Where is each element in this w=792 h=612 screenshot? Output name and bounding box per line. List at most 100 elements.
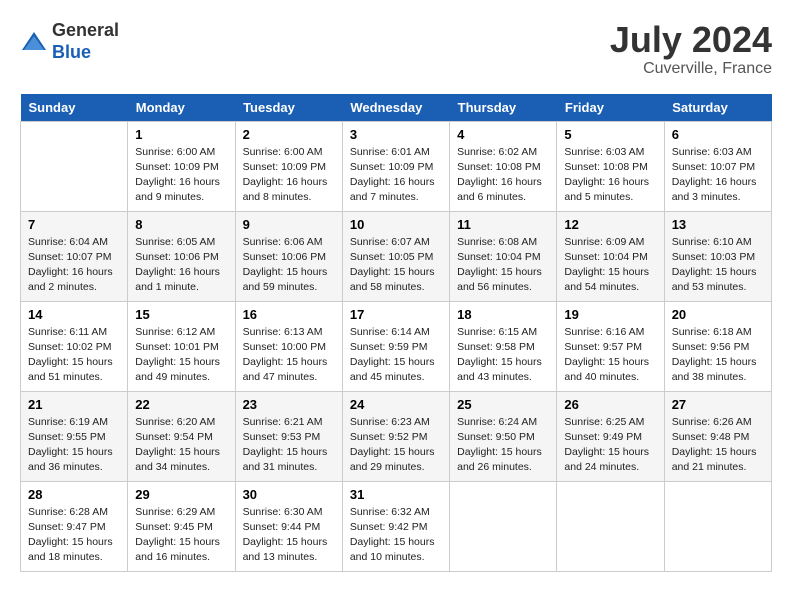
day-cell: 14 Sunrise: 6:11 AM Sunset: 10:02 PM Dayl… bbox=[21, 301, 128, 391]
day-cell bbox=[21, 121, 128, 211]
week-row-4: 21 Sunrise: 6:19 AM Sunset: 9:55 PM Dayli… bbox=[21, 391, 772, 481]
day-number: 28 bbox=[28, 487, 120, 502]
calendar-table: Sunday Monday Tuesday Wednesday Thursday… bbox=[20, 94, 772, 572]
col-friday: Friday bbox=[557, 94, 664, 122]
calendar-body: 1 Sunrise: 6:00 AM Sunset: 10:09 PM Dayli… bbox=[21, 121, 772, 571]
day-number: 20 bbox=[672, 307, 764, 322]
day-cell: 12 Sunrise: 6:09 AM Sunset: 10:04 PM Dayl… bbox=[557, 211, 664, 301]
page-header: General Blue July 2024 Cuverville, Franc… bbox=[20, 20, 772, 78]
day-cell: 13 Sunrise: 6:10 AM Sunset: 10:03 PM Dayl… bbox=[664, 211, 771, 301]
logo-blue: Blue bbox=[52, 42, 91, 62]
col-saturday: Saturday bbox=[664, 94, 771, 122]
day-number: 24 bbox=[350, 397, 442, 412]
day-number: 22 bbox=[135, 397, 227, 412]
day-number: 14 bbox=[28, 307, 120, 322]
day-number: 18 bbox=[457, 307, 549, 322]
day-cell: 1Sunrise: 6:00 AM Sunset: 10:09 PM Dayli… bbox=[128, 121, 235, 211]
logo-icon bbox=[20, 30, 48, 54]
day-info: Sunrise: 6:08 AM Sunset: 10:04 PM Daylig… bbox=[457, 235, 549, 296]
day-cell: 22 Sunrise: 6:20 AM Sunset: 9:54 PM Dayli… bbox=[128, 391, 235, 481]
day-number: 25 bbox=[457, 397, 549, 412]
day-number: 1 bbox=[135, 127, 227, 142]
day-info: Sunrise: 6:13 AM Sunset: 10:00 PM Daylig… bbox=[243, 325, 335, 386]
day-info: Sunrise: 6:02 AM Sunset: 10:08 PM Daylig… bbox=[457, 145, 549, 206]
day-info: Sunrise: 6:20 AM Sunset: 9:54 PM Dayligh… bbox=[135, 415, 227, 476]
day-cell: 27Sunrise: 6:26 AM Sunset: 9:48 PM Dayli… bbox=[664, 391, 771, 481]
day-cell: 5 Sunrise: 6:03 AM Sunset: 10:08 PM Dayli… bbox=[557, 121, 664, 211]
day-number: 26 bbox=[564, 397, 656, 412]
header-row: Sunday Monday Tuesday Wednesday Thursday… bbox=[21, 94, 772, 122]
day-cell: 3 Sunrise: 6:01 AM Sunset: 10:09 PM Dayli… bbox=[342, 121, 449, 211]
location-subtitle: Cuverville, France bbox=[610, 60, 772, 78]
day-cell: 8 Sunrise: 6:05 AM Sunset: 10:06 PM Dayli… bbox=[128, 211, 235, 301]
day-cell bbox=[557, 481, 664, 571]
day-number: 30 bbox=[243, 487, 335, 502]
day-cell: 11 Sunrise: 6:08 AM Sunset: 10:04 PM Dayl… bbox=[450, 211, 557, 301]
day-cell: 4 Sunrise: 6:02 AM Sunset: 10:08 PM Dayli… bbox=[450, 121, 557, 211]
day-cell: 6 Sunrise: 6:03 AM Sunset: 10:07 PM Dayli… bbox=[664, 121, 771, 211]
day-info: Sunrise: 6:14 AM Sunset: 9:59 PM Dayligh… bbox=[350, 325, 442, 386]
day-info: Sunrise: 6:03 AM Sunset: 10:08 PM Daylig… bbox=[564, 145, 656, 206]
month-year-title: July 2024 bbox=[610, 20, 772, 60]
day-number: 23 bbox=[243, 397, 335, 412]
day-info: Sunrise: 6:21 AM Sunset: 9:53 PM Dayligh… bbox=[243, 415, 335, 476]
day-number: 19 bbox=[564, 307, 656, 322]
day-info: Sunrise: 6:01 AM Sunset: 10:09 PM Daylig… bbox=[350, 145, 442, 206]
day-info: Sunrise: 6:23 AM Sunset: 9:52 PM Dayligh… bbox=[350, 415, 442, 476]
day-cell: 31Sunrise: 6:32 AM Sunset: 9:42 PM Dayli… bbox=[342, 481, 449, 571]
day-info: Sunrise: 6:18 AM Sunset: 9:56 PM Dayligh… bbox=[672, 325, 764, 386]
day-info: Sunrise: 6:11 AM Sunset: 10:02 PM Daylig… bbox=[28, 325, 120, 386]
day-number: 10 bbox=[350, 217, 442, 232]
day-info: Sunrise: 6:10 AM Sunset: 10:03 PM Daylig… bbox=[672, 235, 764, 296]
day-number: 16 bbox=[243, 307, 335, 322]
col-thursday: Thursday bbox=[450, 94, 557, 122]
day-number: 6 bbox=[672, 127, 764, 142]
logo: General Blue bbox=[20, 20, 119, 63]
day-number: 29 bbox=[135, 487, 227, 502]
day-number: 9 bbox=[243, 217, 335, 232]
day-number: 13 bbox=[672, 217, 764, 232]
day-cell: 17Sunrise: 6:14 AM Sunset: 9:59 PM Dayli… bbox=[342, 301, 449, 391]
day-info: Sunrise: 6:28 AM Sunset: 9:47 PM Dayligh… bbox=[28, 505, 120, 566]
day-number: 2 bbox=[243, 127, 335, 142]
day-info: Sunrise: 6:06 AM Sunset: 10:06 PM Daylig… bbox=[243, 235, 335, 296]
day-info: Sunrise: 6:15 AM Sunset: 9:58 PM Dayligh… bbox=[457, 325, 549, 386]
day-number: 31 bbox=[350, 487, 442, 502]
day-info: Sunrise: 6:05 AM Sunset: 10:06 PM Daylig… bbox=[135, 235, 227, 296]
week-row-5: 28 Sunrise: 6:28 AM Sunset: 9:47 PM Dayli… bbox=[21, 481, 772, 571]
day-cell: 9 Sunrise: 6:06 AM Sunset: 10:06 PM Dayli… bbox=[235, 211, 342, 301]
day-cell: 29Sunrise: 6:29 AM Sunset: 9:45 PM Dayli… bbox=[128, 481, 235, 571]
day-cell bbox=[450, 481, 557, 571]
day-cell: 21 Sunrise: 6:19 AM Sunset: 9:55 PM Dayli… bbox=[21, 391, 128, 481]
day-cell: 19Sunrise: 6:16 AM Sunset: 9:57 PM Dayli… bbox=[557, 301, 664, 391]
day-info: Sunrise: 6:03 AM Sunset: 10:07 PM Daylig… bbox=[672, 145, 764, 206]
week-row-3: 14 Sunrise: 6:11 AM Sunset: 10:02 PM Dayl… bbox=[21, 301, 772, 391]
day-number: 11 bbox=[457, 217, 549, 232]
day-cell: 26Sunrise: 6:25 AM Sunset: 9:49 PM Dayli… bbox=[557, 391, 664, 481]
day-cell: 10 Sunrise: 6:07 AM Sunset: 10:05 PM Dayl… bbox=[342, 211, 449, 301]
day-number: 3 bbox=[350, 127, 442, 142]
day-number: 5 bbox=[564, 127, 656, 142]
day-cell: 2 Sunrise: 6:00 AM Sunset: 10:09 PM Dayli… bbox=[235, 121, 342, 211]
day-cell: 15 Sunrise: 6:12 AM Sunset: 10:01 PM Dayl… bbox=[128, 301, 235, 391]
week-row-2: 7Sunrise: 6:04 AM Sunset: 10:07 PM Dayli… bbox=[21, 211, 772, 301]
day-cell: 16 Sunrise: 6:13 AM Sunset: 10:00 PM Dayl… bbox=[235, 301, 342, 391]
col-wednesday: Wednesday bbox=[342, 94, 449, 122]
day-number: 8 bbox=[135, 217, 227, 232]
day-number: 21 bbox=[28, 397, 120, 412]
day-info: Sunrise: 6:19 AM Sunset: 9:55 PM Dayligh… bbox=[28, 415, 120, 476]
day-number: 12 bbox=[564, 217, 656, 232]
day-number: 27 bbox=[672, 397, 764, 412]
day-cell: 18 Sunrise: 6:15 AM Sunset: 9:58 PM Dayli… bbox=[450, 301, 557, 391]
day-info: Sunrise: 6:00 AM Sunset: 10:09 PM Daylig… bbox=[243, 145, 335, 206]
col-monday: Monday bbox=[128, 94, 235, 122]
day-info: Sunrise: 6:09 AM Sunset: 10:04 PM Daylig… bbox=[564, 235, 656, 296]
day-info: Sunrise: 6:12 AM Sunset: 10:01 PM Daylig… bbox=[135, 325, 227, 386]
week-row-1: 1 Sunrise: 6:00 AM Sunset: 10:09 PM Dayli… bbox=[21, 121, 772, 211]
day-number: 15 bbox=[135, 307, 227, 322]
day-info: Sunrise: 6:24 AM Sunset: 9:50 PM Dayligh… bbox=[457, 415, 549, 476]
day-info: Sunrise: 6:07 AM Sunset: 10:05 PM Daylig… bbox=[350, 235, 442, 296]
day-number: 4 bbox=[457, 127, 549, 142]
logo-general: General bbox=[52, 20, 119, 40]
day-cell: 25 Sunrise: 6:24 AM Sunset: 9:50 PM Dayli… bbox=[450, 391, 557, 481]
